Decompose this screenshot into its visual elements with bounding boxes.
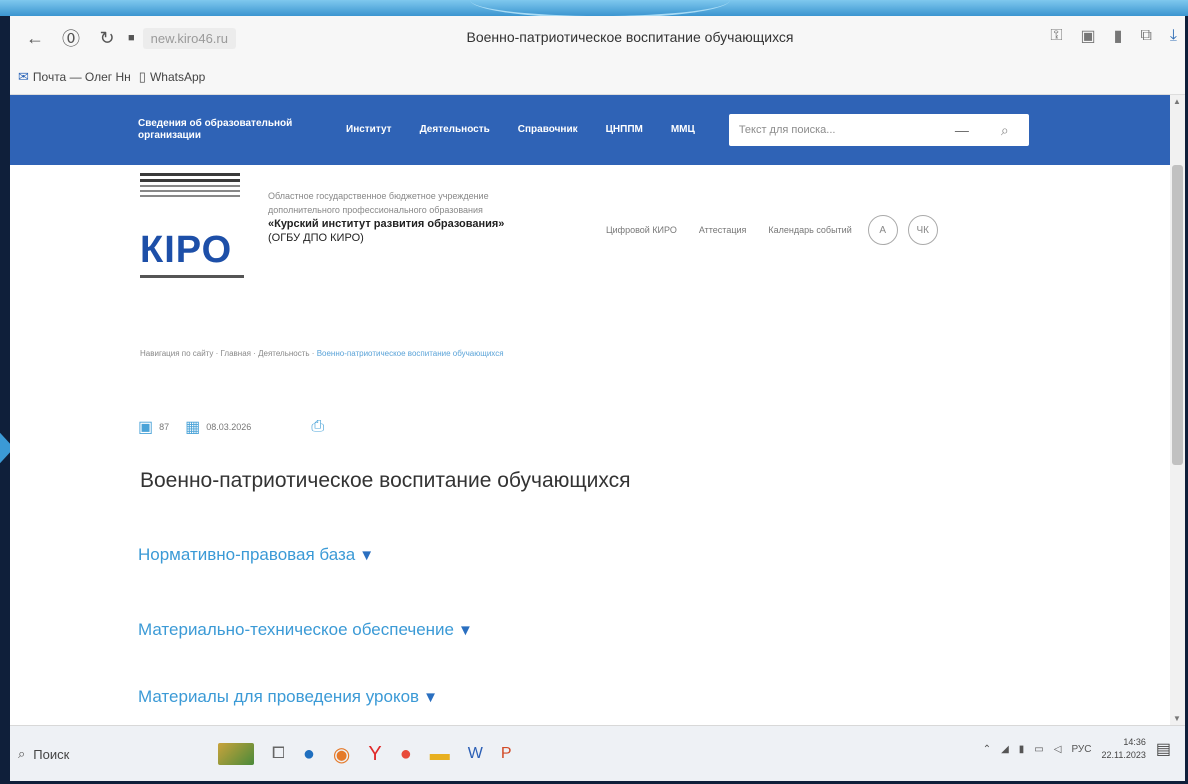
- section-label: Материально-техническое обеспечение: [138, 620, 455, 639]
- yandex-browser-icon[interactable]: ●: [400, 743, 412, 766]
- screenshot: ← ⓪ ↻ ■ new.kiro46.ru Военно-патриотичес…: [10, 16, 1185, 781]
- url-text[interactable]: new.kiro46.ru: [142, 27, 236, 49]
- file-explorer-icon[interactable]: ▬: [430, 743, 450, 766]
- clock-time: 14:36: [1123, 737, 1146, 747]
- system-tray: ⌃ ◢ ▮ ▭ ◁ РУС 14:36 22.11.2023 ▤: [983, 736, 1171, 762]
- toolbar-actions: ⚿ ▣ ▮ ⧉ ⤓: [1050, 26, 1177, 46]
- edge-icon[interactable]: ●: [303, 743, 315, 766]
- usb-icon[interactable]: ▮: [1019, 744, 1025, 755]
- section-label: Нормативно-правовая база: [138, 545, 356, 564]
- battery-icon[interactable]: ▭: [1034, 744, 1043, 755]
- lock-icon: ■: [128, 32, 135, 44]
- bookmark-label: WhatsApp: [149, 70, 206, 84]
- section-label: Материалы для проведения уроков: [138, 687, 420, 706]
- link-digital-kiro[interactable]: Цифровой КИРО: [606, 225, 677, 235]
- bookmarks-bar: ✉ Почта — Олег Нн ▯ WhatsApp: [10, 60, 1185, 95]
- bookmark-icon[interactable]: ▮: [1114, 26, 1123, 46]
- link-calendar[interactable]: Календарь событий: [768, 225, 851, 235]
- page-scrollbar[interactable]: ▲ ▼: [1170, 95, 1185, 725]
- language-indicator[interactable]: РУС: [1071, 744, 1091, 755]
- link-attestation[interactable]: Аттестация: [699, 225, 747, 235]
- nav-item-cnppm[interactable]: ЦНППМ: [606, 124, 643, 136]
- section-legal-base[interactable]: Нормативно-правовая база ▼: [138, 545, 374, 565]
- article-meta: ▣ 87 ▦ 08.03.2026 ⎙: [138, 417, 324, 437]
- bookmark-label: Почта — Олег Нн: [32, 70, 131, 84]
- views-icon: ▣: [138, 419, 154, 436]
- expand-arrow-icon: ▼: [458, 622, 473, 639]
- yandex-icon[interactable]: Y: [368, 743, 381, 766]
- weather-widget[interactable]: [218, 743, 254, 765]
- print-icon[interactable]: ⎙: [311, 418, 324, 436]
- back-icon[interactable]: ←: [24, 28, 46, 49]
- page-viewport: Сведения об образовательной организации …: [10, 95, 1170, 725]
- site-logo[interactable]: КІРО: [140, 173, 250, 293]
- scroll-thumb[interactable]: [1172, 165, 1183, 465]
- nav-item-institute[interactable]: Институт: [346, 124, 392, 136]
- tab-title: Военно-патриотическое воспитание обучающ…: [466, 29, 794, 45]
- network-icon[interactable]: ◢: [1001, 744, 1009, 755]
- tray-chevron-icon[interactable]: ⌃: [983, 744, 991, 755]
- search-icon: ⌕: [18, 746, 26, 761]
- font-size-button[interactable]: A: [867, 215, 898, 245]
- bookmark-mail[interactable]: ✉ Почта — Олег Нн: [18, 69, 131, 85]
- address-bar[interactable]: ■ new.kiro46.ru: [128, 27, 236, 49]
- scroll-down-icon[interactable]: ▼: [1173, 714, 1181, 723]
- site-header: КІРО Областное государственное бюджетное…: [10, 171, 1170, 301]
- powerpoint-icon[interactable]: P: [501, 745, 512, 763]
- downloads-icon[interactable]: ⤓: [1170, 27, 1177, 45]
- translate-icon[interactable]: ▣: [1081, 26, 1096, 46]
- nav-item-directory[interactable]: Справочник: [518, 124, 578, 136]
- key-icon[interactable]: ⚿: [1050, 27, 1062, 45]
- org-abbr: (ОГБУ ДПО КИРО): [268, 232, 364, 244]
- search-dropdown-icon[interactable]: —: [955, 122, 969, 138]
- publish-date: 08.03.2026: [206, 422, 252, 432]
- site-nav: Сведения об образовательной организации …: [10, 95, 1170, 165]
- search-icon[interactable]: ⌕: [1001, 122, 1009, 139]
- nav-item-activity[interactable]: Деятельность: [420, 124, 490, 136]
- taskbar-search[interactable]: ⌕ Поиск: [18, 746, 208, 762]
- page-title: Военно-патриотическое воспитание обучающ…: [140, 469, 631, 492]
- breadcrumb: Навигация по сайту · Главная · Деятельно…: [140, 349, 504, 358]
- org-line-2: дополнительного профессионального образо…: [268, 205, 483, 215]
- header-links: Цифровой КИРО Аттестация Календарь событ…: [606, 215, 938, 245]
- expand-arrow-icon: ▼: [423, 689, 438, 706]
- collections-icon[interactable]: ⧉: [1140, 27, 1151, 45]
- logo-text-lines: [140, 173, 250, 200]
- clock[interactable]: 14:36 22.11.2023: [1101, 736, 1145, 762]
- task-view-icon[interactable]: ⧠: [272, 745, 285, 763]
- org-line-1: Областное государственное бюджетное учре…: [268, 191, 489, 201]
- reload-icon[interactable]: ↻: [96, 28, 118, 49]
- expand-arrow-icon: ▼: [359, 547, 375, 564]
- account-icon[interactable]: ⓪: [60, 25, 82, 51]
- firefox-icon[interactable]: ◉: [333, 742, 350, 767]
- browser-toolbar: ← ⓪ ↻ ■ new.kiro46.ru Военно-патриотичес…: [10, 16, 1185, 60]
- section-lesson-materials[interactable]: Материалы для проведения уроков ▼: [138, 687, 438, 707]
- site-search: — ⌕: [728, 114, 1029, 146]
- accessibility-button[interactable]: ЧК: [907, 215, 938, 245]
- logo-underline: [140, 275, 244, 278]
- taskbar: ⌕ Поиск ⧠ ● ◉ Y ● ▬ W P ⌃ ◢ ▮ ▭ ◁ РУС 14…: [10, 725, 1185, 781]
- breadcrumb-path[interactable]: Навигация по сайту · Главная · Деятельно…: [140, 349, 317, 358]
- search-input[interactable]: [736, 123, 941, 137]
- clock-date: 22.11.2023: [1101, 750, 1146, 760]
- org-name: «Курский институт развития образования»: [268, 218, 505, 230]
- bookmark-whatsapp[interactable]: ▯ WhatsApp: [139, 69, 206, 85]
- taskbar-search-label: Поиск: [33, 746, 70, 762]
- nav-item-info[interactable]: Сведения об образовательной организации: [138, 118, 318, 142]
- nav-item-mmc[interactable]: ММЦ: [671, 124, 695, 136]
- word-icon[interactable]: W: [468, 745, 483, 763]
- logo-mark: КІРО: [140, 229, 233, 271]
- breadcrumb-current: Военно-патриотическое воспитание обучающ…: [316, 349, 504, 358]
- calendar-icon: ▦: [185, 419, 201, 436]
- volume-icon[interactable]: ◁: [1054, 744, 1062, 755]
- org-description: Областное государственное бюджетное учре…: [268, 189, 568, 245]
- document-icon: ▯: [138, 69, 146, 84]
- scroll-up-icon[interactable]: ▲: [1173, 97, 1181, 106]
- section-material-support[interactable]: Материально-техническое обеспечение ▼: [138, 620, 473, 640]
- views-count: 87: [159, 422, 170, 432]
- mail-icon: ✉: [18, 69, 29, 84]
- notifications-icon[interactable]: ▤: [1156, 739, 1171, 759]
